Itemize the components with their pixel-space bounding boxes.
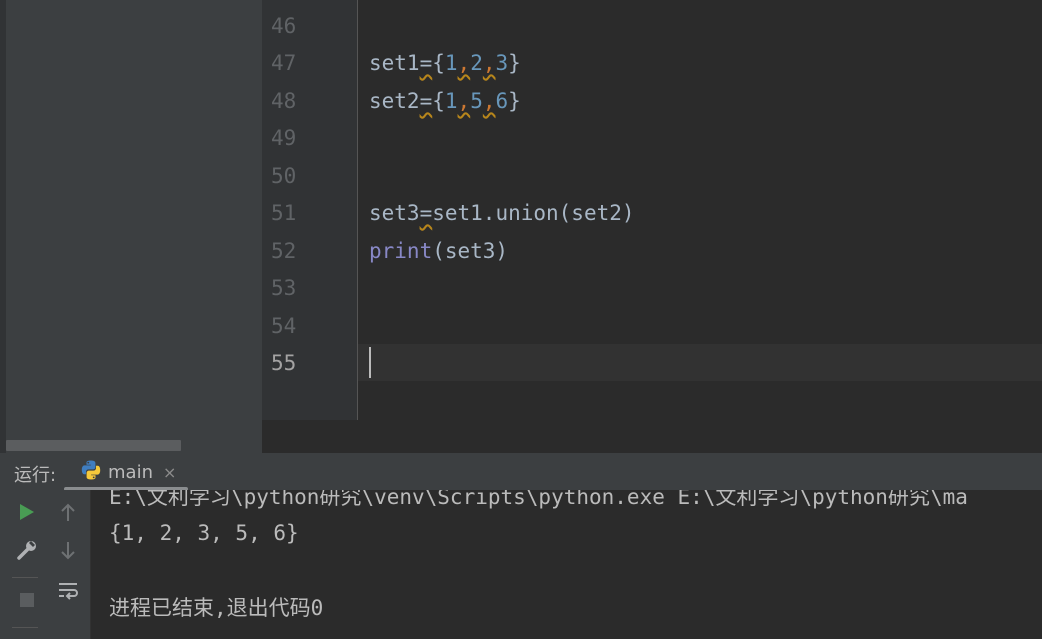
code-token: { [432,89,445,113]
code-comma: , [457,89,471,113]
current-line-highlight [358,344,1042,381]
line-number: 49 [271,126,297,150]
code-comma: , [482,89,496,113]
horizontal-scrollbar-thumb[interactable] [6,440,181,451]
code-token: set1 [369,51,420,75]
code-line-52[interactable]: print(set3) [369,233,508,270]
code-line-48[interactable]: set2={1,5,6} [369,83,521,120]
code-line-47[interactable]: set1={1,2,3} [369,45,521,82]
rerun-up-icon [60,503,76,527]
line-number: 53 [271,276,297,300]
project-panel [0,0,262,453]
code-token: = [419,89,433,113]
console-result-line: {1, 2, 3, 5, 6} [109,521,299,545]
settings-button[interactable] [14,539,40,565]
code-token: set1.union(set2) [432,201,635,225]
run-tab-label: main [108,461,153,483]
code-token: } [508,51,521,75]
project-panel-edge [0,0,6,453]
toolbar-divider [12,577,38,578]
run-panel-label: 运行: [14,465,57,486]
code-token: { [432,51,445,75]
code-number: 6 [495,89,509,113]
current-line-number: 55 [271,351,297,375]
stop-icon [19,592,35,612]
run-button[interactable] [14,501,40,527]
python-icon [80,459,102,485]
code-number: 2 [470,51,483,75]
soft-wrap-button[interactable] [55,580,81,606]
line-number: 48 [271,89,297,113]
rerun-up-button[interactable] [55,502,81,528]
run-tab-main[interactable]: main × [80,458,176,486]
code-token: (set3) [432,239,509,263]
toolbar-divider [12,627,38,628]
console-output[interactable]: E:\文利学习\python研究\venv\Scripts\python.exe… [91,490,1042,639]
code-builtin: print [369,239,433,263]
close-icon[interactable]: × [163,463,176,482]
code-comma: , [482,51,496,75]
line-number: 46 [271,14,297,38]
console-command-line: E:\文利学习\python研究\venv\Scripts\python.exe… [109,490,968,509]
code-token: = [419,201,433,225]
scroll-down-icon [60,540,76,564]
code-number: 1 [444,89,458,113]
editor-bottom-area [262,420,1042,453]
code-number: 1 [444,51,458,75]
text-caret [369,347,371,378]
code-line-51[interactable]: set3=set1.union(set2) [369,195,635,232]
code-comma: , [457,51,471,75]
console-exit-line: 进程已结束,退出代码0 [109,596,324,620]
stop-button[interactable] [14,589,40,615]
code-token: set3 [369,201,420,225]
line-number: 54 [271,314,297,338]
run-icon [19,503,35,525]
line-number: 50 [271,164,297,188]
line-number: 47 [271,51,297,75]
line-number: 52 [271,239,297,263]
scroll-down-button[interactable] [55,539,81,565]
code-number: 3 [495,51,509,75]
line-number: 51 [271,201,297,225]
code-number: 5 [470,89,483,113]
code-token: } [508,89,521,113]
code-token: set2 [369,89,420,113]
wrench-icon [16,539,38,565]
soft-wrap-icon [57,581,79,605]
code-token: = [419,51,433,75]
